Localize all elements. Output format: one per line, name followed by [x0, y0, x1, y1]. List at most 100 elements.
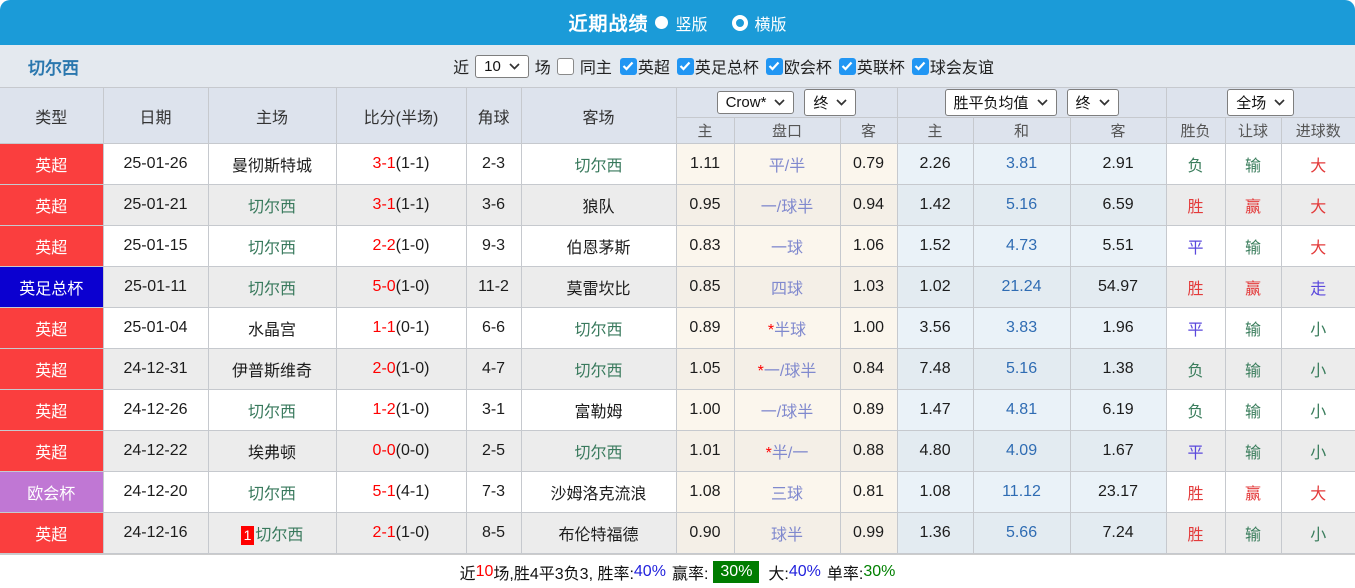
league-checkbox[interactable] [912, 58, 929, 75]
cell-goals-result: 走 [1281, 267, 1355, 308]
horizontal-layout-label[interactable]: 横版 [755, 11, 787, 35]
cell-league-type: 英超 [0, 226, 103, 267]
sub-header-handicap: 盘口 [734, 118, 840, 144]
cell-mean-home: 1.08 [897, 472, 973, 513]
cell-corners: 3-1 [466, 390, 521, 431]
sub-header-mean-draw: 和 [973, 118, 1070, 144]
cell-odds-home: 1.01 [676, 431, 734, 472]
cell-odds-away: 0.81 [840, 472, 897, 513]
chevron-down-icon [774, 99, 785, 106]
mean-time-select[interactable]: 终 [1067, 89, 1119, 116]
cell-mean-home: 1.36 [897, 513, 973, 554]
cell-score: 0-0(0-0) [336, 431, 466, 472]
summary-near: 近 [460, 560, 476, 584]
same-home-checkbox[interactable] [557, 58, 574, 75]
games-count-select[interactable]: 10 [475, 55, 529, 78]
odds-group-header: Crow* 终 [676, 88, 897, 118]
league-filter-item[interactable]: 英联杯 [839, 54, 905, 78]
away-team-name: 切尔西 [574, 363, 622, 380]
chevron-down-icon [1274, 99, 1285, 106]
horizontal-layout-radio[interactable] [732, 15, 748, 31]
cell-corners: 3-6 [466, 185, 521, 226]
cell-handicap-result: 赢 [1225, 267, 1281, 308]
title-bar: 近期战绩 竖版 横版 [0, 0, 1355, 45]
check-icon [914, 61, 926, 71]
cell-result: 平 [1166, 226, 1225, 267]
vertical-layout-radio[interactable] [655, 16, 668, 29]
league-label[interactable]: 英足总杯 [695, 54, 759, 78]
cell-home-team: 切尔西 [208, 472, 336, 513]
cell-date: 24-12-16 [103, 513, 208, 554]
league-label[interactable]: 欧会杯 [784, 54, 832, 78]
cell-handicap-result: 输 [1225, 226, 1281, 267]
home-team-name: 切尔西 [255, 527, 303, 544]
handicap-value: 一/球半 [761, 404, 813, 421]
cell-mean-home: 2.26 [897, 144, 973, 185]
summary-text: 场,胜4平3负3, 胜率: [493, 560, 633, 584]
cell-result: 负 [1166, 144, 1225, 185]
cell-score: 5-0(1-0) [336, 267, 466, 308]
check-icon [768, 61, 780, 71]
cell-league-type: 欧会杯 [0, 472, 103, 513]
table-row: 英超 25-01-26 曼彻斯特城 3-1(1-1) 2-3 切尔西 1.11 … [0, 144, 1355, 185]
full-time-score: 0-0 [373, 442, 396, 459]
mean-type-select[interactable]: 胜平负均值 [945, 89, 1057, 116]
cell-mean-home: 1.47 [897, 390, 973, 431]
cell-mean-away: 54.97 [1070, 267, 1166, 308]
league-checkbox[interactable] [766, 58, 783, 75]
cell-home-team: 切尔西 [208, 185, 336, 226]
profit-rate-badge: 30% [713, 561, 759, 583]
table-row: 英超 25-01-15 切尔西 2-2(1-0) 9-3 伯恩茅斯 0.83 一… [0, 226, 1355, 267]
cell-odds-home: 1.00 [676, 390, 734, 431]
cell-date: 24-12-26 [103, 390, 208, 431]
goal-scope-select[interactable]: 全场 [1227, 89, 1294, 116]
cell-mean-draw: 4.73 [973, 226, 1070, 267]
cell-odds-away: 1.03 [840, 267, 897, 308]
cell-date: 25-01-21 [103, 185, 208, 226]
away-team-name: 切尔西 [574, 322, 622, 339]
league-checkbox[interactable] [839, 58, 856, 75]
cell-result: 胜 [1166, 185, 1225, 226]
profit-label: 赢率: [672, 560, 708, 584]
cell-odds-home: 1.11 [676, 144, 734, 185]
cell-mean-home: 4.80 [897, 431, 973, 472]
same-home-label[interactable]: 同主 [580, 54, 612, 78]
league-filter-item[interactable]: 欧会杯 [766, 54, 832, 78]
single-rate-value: 30% [863, 563, 895, 581]
cell-mean-home: 1.02 [897, 267, 973, 308]
half-time-score: (1-0) [396, 524, 430, 541]
cell-away-team: 富勒姆 [521, 390, 676, 431]
league-filter-item[interactable]: 球会友谊 [912, 54, 994, 78]
odds-time-select[interactable]: 终 [804, 89, 856, 116]
league-filter-item[interactable]: 英超 [620, 54, 670, 78]
cell-mean-draw: 3.83 [973, 308, 1070, 349]
cell-odds-home: 0.89 [676, 308, 734, 349]
cell-odds-away: 0.79 [840, 144, 897, 185]
cell-odds-away: 0.99 [840, 513, 897, 554]
cell-result: 负 [1166, 390, 1225, 431]
cell-result: 胜 [1166, 267, 1225, 308]
league-filter-item[interactable]: 英足总杯 [677, 54, 759, 78]
odds-source-select[interactable]: Crow* [717, 91, 795, 114]
cell-mean-away: 1.38 [1070, 349, 1166, 390]
results-table: 类型 日期 主场 比分(半场) 角球 客场 Crow* 终 [0, 87, 1355, 554]
cell-home-team: 切尔西 [208, 226, 336, 267]
league-checkbox[interactable] [620, 58, 637, 75]
away-team-name: 莫雷坎比 [566, 281, 630, 298]
league-checkbox[interactable] [677, 58, 694, 75]
filter-bar: 切尔西 近 10 场 同主 英超 英足总杯 欧会杯 [0, 45, 1355, 87]
full-time-score: 2-2 [373, 237, 396, 254]
cell-mean-home: 1.42 [897, 185, 973, 226]
cell-league-type: 英超 [0, 431, 103, 472]
half-time-score: (0-1) [396, 319, 430, 336]
league-label[interactable]: 英联杯 [857, 54, 905, 78]
cell-result: 平 [1166, 431, 1225, 472]
league-label[interactable]: 英超 [638, 54, 670, 78]
home-team-name: 切尔西 [248, 404, 296, 421]
vertical-layout-label[interactable]: 竖版 [675, 11, 707, 35]
cell-odds-home: 1.05 [676, 349, 734, 390]
league-label[interactable]: 球会友谊 [930, 54, 994, 78]
cell-mean-away: 6.59 [1070, 185, 1166, 226]
cell-odds-away: 1.06 [840, 226, 897, 267]
cell-corners: 4-7 [466, 349, 521, 390]
